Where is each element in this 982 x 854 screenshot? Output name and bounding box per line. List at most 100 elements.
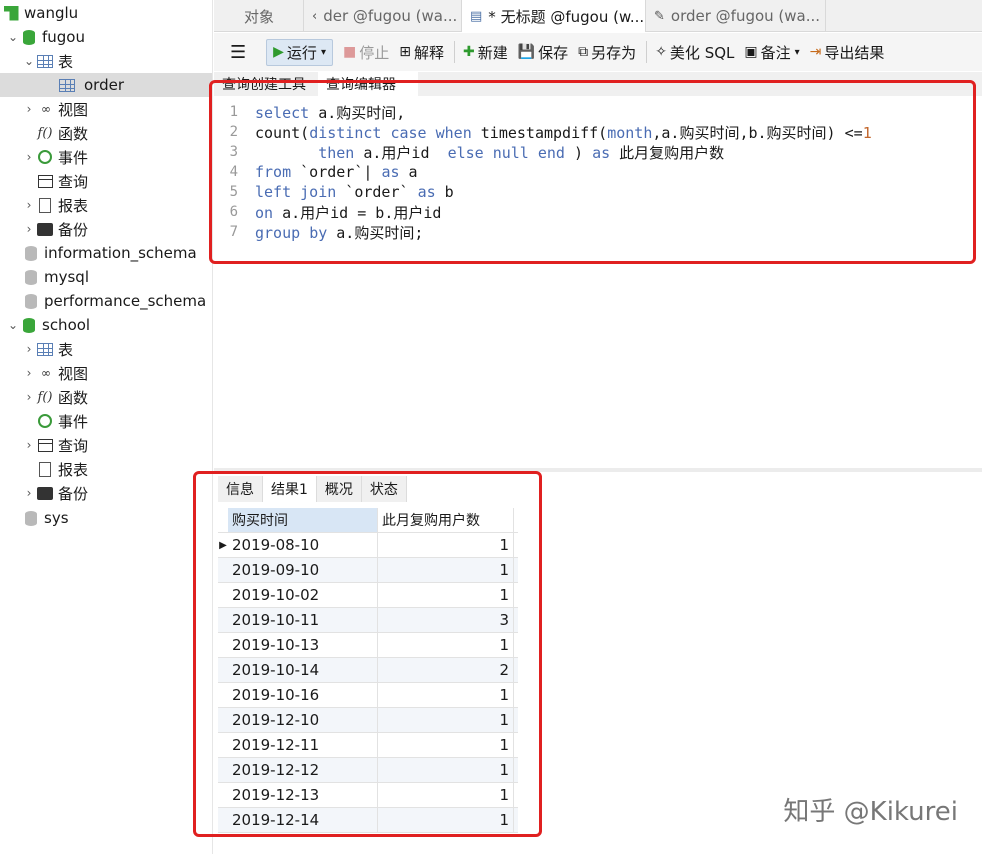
stop-icon: ■ bbox=[342, 44, 357, 60]
comment-button[interactable]: ▣ 备注 ▾ bbox=[744, 42, 799, 63]
tab-order-table[interactable]: ✎ order @fugou (wa... bbox=[646, 0, 826, 32]
highlight-box-editor bbox=[209, 80, 976, 264]
chevron-down-icon[interactable]: ▾ bbox=[321, 47, 326, 58]
tree-label: 事件 bbox=[58, 148, 89, 167]
tree-db-performance-schema[interactable]: performance_schema bbox=[22, 289, 206, 313]
chevron-right-icon[interactable]: › bbox=[22, 198, 36, 212]
save-button[interactable]: 💾 保存 bbox=[518, 42, 568, 63]
tree-label: 备份 bbox=[58, 484, 89, 503]
chevron-right-icon[interactable]: › bbox=[22, 438, 36, 452]
tree-tables-fugou[interactable]: ⌄ 表 bbox=[22, 49, 73, 73]
chevron-right-icon[interactable]: › bbox=[22, 150, 36, 164]
beautify-sql-button[interactable]: ✧ 美化 SQL bbox=[655, 42, 734, 63]
magic-wand-icon: ✧ bbox=[655, 44, 667, 60]
tree-label: 报表 bbox=[58, 196, 89, 215]
tree-backups-school[interactable]: › 备份 bbox=[22, 481, 88, 505]
query-icon bbox=[36, 436, 54, 454]
chevron-down-icon[interactable]: ⌄ bbox=[6, 318, 20, 332]
tree-views-school[interactable]: › ∞ 视图 bbox=[22, 361, 88, 385]
database-icon bbox=[20, 316, 38, 334]
chevron-left-icon[interactable]: ‹ bbox=[312, 9, 317, 24]
tab-label: 对象 bbox=[244, 7, 275, 26]
beautify-label: 美化 SQL bbox=[669, 43, 735, 62]
tree-views-fugou[interactable]: › ∞ 视图 bbox=[22, 97, 88, 121]
tree-backups-fugou[interactable]: › 备份 bbox=[22, 217, 88, 241]
tree-label: 查询 bbox=[58, 436, 89, 455]
run-button[interactable]: ▶ 运行 ▾ bbox=[266, 38, 333, 66]
tree-db-fugou[interactable]: ⌄ fugou bbox=[6, 25, 85, 49]
tree-reports-fugou[interactable]: › 报表 bbox=[22, 193, 88, 217]
tab-label: * 无标题 @fugou (w... bbox=[488, 7, 645, 26]
table-icon bbox=[36, 340, 54, 358]
table-icon bbox=[36, 52, 54, 70]
tab-untitled-query[interactable]: ▤ * 无标题 @fugou (w... bbox=[462, 0, 646, 32]
tree-queries-school[interactable]: › 查询 bbox=[22, 433, 88, 457]
chevron-down-icon[interactable]: ⌄ bbox=[6, 30, 20, 44]
tree-reports-school[interactable]: 报表 bbox=[36, 457, 88, 481]
tree-label: order bbox=[84, 76, 124, 94]
new-label: 新建 bbox=[477, 43, 508, 62]
query-icon: ▤ bbox=[470, 8, 483, 24]
explain-button[interactable]: ⊞ 解释 bbox=[399, 42, 444, 63]
stop-button[interactable]: ■ 停止 bbox=[343, 42, 389, 63]
chevron-down-icon[interactable]: ⌄ bbox=[22, 54, 36, 68]
save-icon: 💾 bbox=[517, 44, 536, 60]
tree-label: 函数 bbox=[58, 388, 89, 407]
tab-order-query[interactable]: ‹ der @fugou (wa... bbox=[304, 0, 462, 32]
tree-label: performance_schema bbox=[44, 292, 207, 310]
database-icon bbox=[22, 268, 40, 286]
tree-label: 事件 bbox=[58, 412, 89, 431]
export-icon: ⇥ bbox=[809, 44, 822, 60]
tree-db-mysql[interactable]: mysql bbox=[22, 265, 89, 289]
chevron-right-icon[interactable]: › bbox=[22, 366, 36, 380]
backup-icon bbox=[36, 484, 54, 502]
play-icon: ▶ bbox=[273, 44, 284, 60]
tree-db-information-schema[interactable]: information_schema bbox=[22, 241, 197, 265]
connection-icon bbox=[2, 4, 20, 22]
tree-db-sys[interactable]: sys bbox=[22, 506, 69, 530]
stop-label: 停止 bbox=[359, 43, 390, 62]
tree-db-school[interactable]: ⌄ school bbox=[6, 313, 90, 337]
new-button[interactable]: ✚ 新建 bbox=[463, 42, 508, 63]
view-icon: ∞ bbox=[41, 102, 51, 116]
tree-queries-fugou[interactable]: 查询 bbox=[36, 169, 88, 193]
report-icon bbox=[36, 460, 54, 478]
tree-label: 备份 bbox=[58, 220, 89, 239]
backup-icon bbox=[36, 220, 54, 238]
tree-table-order[interactable]: order bbox=[0, 73, 212, 97]
tree-tables-school[interactable]: › 表 bbox=[22, 337, 73, 361]
tree-label: 表 bbox=[58, 52, 74, 71]
tree-label: information_schema bbox=[44, 244, 197, 262]
database-icon bbox=[22, 292, 40, 310]
tab-objects[interactable]: 对象 bbox=[214, 0, 304, 32]
tree-label: 视图 bbox=[58, 100, 89, 119]
document-tabs: 对象 ‹ der @fugou (wa... ▤ * 无标题 @fugou (w… bbox=[214, 0, 982, 32]
tree-label: 表 bbox=[58, 340, 74, 359]
chevron-down-icon[interactable]: ▾ bbox=[795, 47, 800, 58]
menu-icon[interactable]: ☰ bbox=[230, 42, 246, 63]
save-as-button[interactable]: ⧉ 另存为 bbox=[578, 42, 636, 63]
tree-label: 报表 bbox=[58, 460, 89, 479]
export-results-button[interactable]: ⇥ 导出结果 bbox=[810, 42, 885, 63]
tree-label: mysql bbox=[44, 268, 89, 286]
chevron-right-icon[interactable]: › bbox=[22, 342, 36, 356]
tree-label: 视图 bbox=[58, 364, 89, 383]
chevron-right-icon[interactable]: › bbox=[22, 390, 36, 404]
event-icon bbox=[36, 148, 54, 166]
save-as-icon: ⧉ bbox=[578, 44, 589, 60]
event-icon bbox=[36, 412, 54, 430]
database-icon bbox=[22, 509, 40, 527]
chevron-right-icon[interactable]: › bbox=[22, 222, 36, 236]
chevron-right-icon[interactable]: › bbox=[22, 486, 36, 500]
tree-events-school[interactable]: 事件 bbox=[36, 409, 88, 433]
chevron-right-icon[interactable]: › bbox=[22, 102, 36, 116]
tree-functions-school[interactable]: › f() 函数 bbox=[22, 385, 88, 409]
tree-label: school bbox=[42, 316, 91, 334]
database-icon bbox=[20, 28, 38, 46]
tree-connection-wanglu[interactable]: wanglu bbox=[2, 1, 78, 25]
function-icon: f() bbox=[37, 125, 53, 141]
explain-label: 解释 bbox=[413, 43, 444, 62]
tree-events-fugou[interactable]: › 事件 bbox=[22, 145, 88, 169]
tree-functions-fugou[interactable]: f() 函数 bbox=[36, 121, 89, 145]
database-icon bbox=[22, 244, 40, 262]
